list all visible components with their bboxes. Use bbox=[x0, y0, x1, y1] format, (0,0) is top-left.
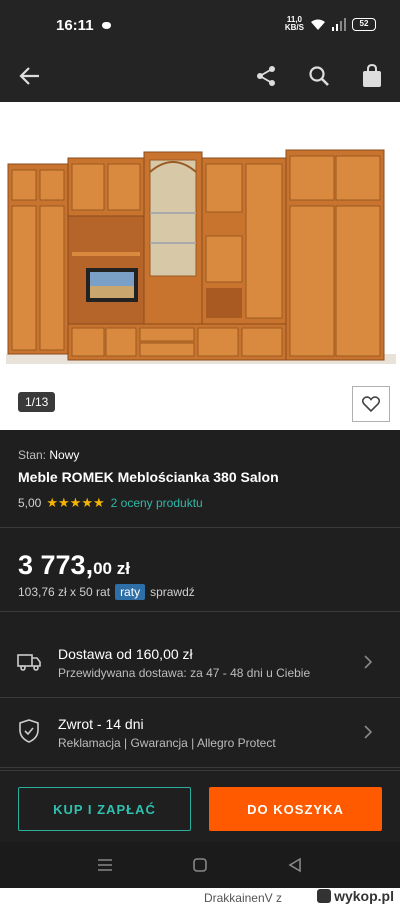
status-time: 16:11 bbox=[56, 17, 94, 34]
product-photo bbox=[6, 149, 396, 364]
bottom-action-bar: KUP I ZAPŁAĆ DO KOSZYKA bbox=[0, 770, 400, 842]
add-to-cart-button[interactable]: DO KOSZYKA bbox=[209, 787, 382, 831]
arrow-left-icon[interactable] bbox=[14, 60, 46, 92]
system-nav-bar bbox=[0, 842, 400, 888]
status-bar: 16:11 11,0 KB/S 52 bbox=[0, 0, 400, 50]
installments: 103,76 zł x 50 rat raty sprawdź bbox=[18, 584, 195, 600]
product-image-gallery[interactable]: 1/13 bbox=[0, 102, 400, 430]
buy-now-button[interactable]: KUP I ZAPŁAĆ bbox=[18, 787, 191, 831]
heart-icon bbox=[362, 396, 380, 412]
condition-label: Stan: bbox=[18, 448, 47, 462]
menu-nav-icon[interactable] bbox=[95, 855, 115, 875]
signal-icon bbox=[332, 17, 346, 31]
status-indicators: 11,0 KB/S 52 bbox=[285, 16, 376, 32]
price-fraction: 00 zł bbox=[93, 559, 130, 578]
installment-text: 103,76 zł x 50 rat bbox=[18, 585, 111, 599]
wifi-icon bbox=[311, 19, 325, 30]
watermark-site: wykop.pl bbox=[334, 888, 394, 904]
home-nav-icon[interactable] bbox=[190, 855, 210, 875]
product-title: Meble ROMEK Meblościanka 380 Salon bbox=[18, 469, 279, 485]
product-info: Stan: Nowy Meble ROMEK Meblościanka 380 … bbox=[0, 430, 400, 528]
delivery-title: Dostawa od 160,00 zł bbox=[58, 646, 193, 662]
favorite-button[interactable] bbox=[352, 386, 390, 422]
wykop-logo-icon bbox=[317, 889, 332, 903]
installment-check-link[interactable]: sprawdź bbox=[150, 585, 195, 599]
watermark-author: DrakkainenV z bbox=[203, 891, 282, 905]
rating-value: 5,00 bbox=[18, 496, 42, 510]
chevron-right-icon bbox=[364, 725, 372, 739]
rating-count-link[interactable]: 2 oceny produktu bbox=[111, 496, 203, 510]
network-speed-unit: KB/S bbox=[284, 23, 304, 32]
image-counter: 1/13 bbox=[18, 392, 56, 412]
shield-check-icon bbox=[19, 719, 39, 743]
chevron-right-icon bbox=[364, 655, 372, 669]
back-nav-icon[interactable] bbox=[285, 855, 305, 875]
app-bar bbox=[0, 50, 400, 102]
share-icon[interactable] bbox=[250, 60, 282, 92]
shopping-bag-icon[interactable] bbox=[356, 60, 388, 92]
delivery-row[interactable]: Dostawa od 160,00 zł Przewidywana dostaw… bbox=[0, 628, 400, 698]
network-speed: 11,0 KB/S bbox=[285, 16, 304, 32]
watermark-logo: wykop.pl bbox=[317, 888, 394, 904]
returns-subtitle: Reklamacja | Gwarancja | Allegro Protect bbox=[58, 736, 276, 750]
rating-stars: ★★★★★ bbox=[46, 495, 105, 510]
delivery-subtitle: Przewidywana dostawa: za 47 - 48 dni u C… bbox=[58, 666, 311, 680]
condition-value: Nowy bbox=[49, 448, 80, 462]
battery-indicator: 52 bbox=[352, 17, 376, 31]
condition: Stan: Nowy bbox=[18, 448, 79, 462]
truck-icon bbox=[17, 654, 41, 671]
price: 3 773,00 zł bbox=[18, 550, 130, 581]
price-section: 3 773,00 zł 103,76 zł x 50 rat raty spra… bbox=[0, 528, 400, 612]
search-icon[interactable] bbox=[303, 60, 335, 92]
watermark-bar: DrakkainenV z wykop.pl bbox=[0, 888, 400, 908]
returns-row[interactable]: Zwrot - 14 dni Reklamacja | Gwarancja | … bbox=[0, 698, 400, 768]
price-main: 3 773, bbox=[18, 550, 94, 580]
rating-row: 5,00 ★★★★★ 2 oceny produktu bbox=[18, 495, 203, 511]
notification-icon bbox=[102, 22, 111, 29]
installment-badge: raty bbox=[115, 584, 146, 600]
returns-title: Zwrot - 14 dni bbox=[58, 716, 144, 732]
